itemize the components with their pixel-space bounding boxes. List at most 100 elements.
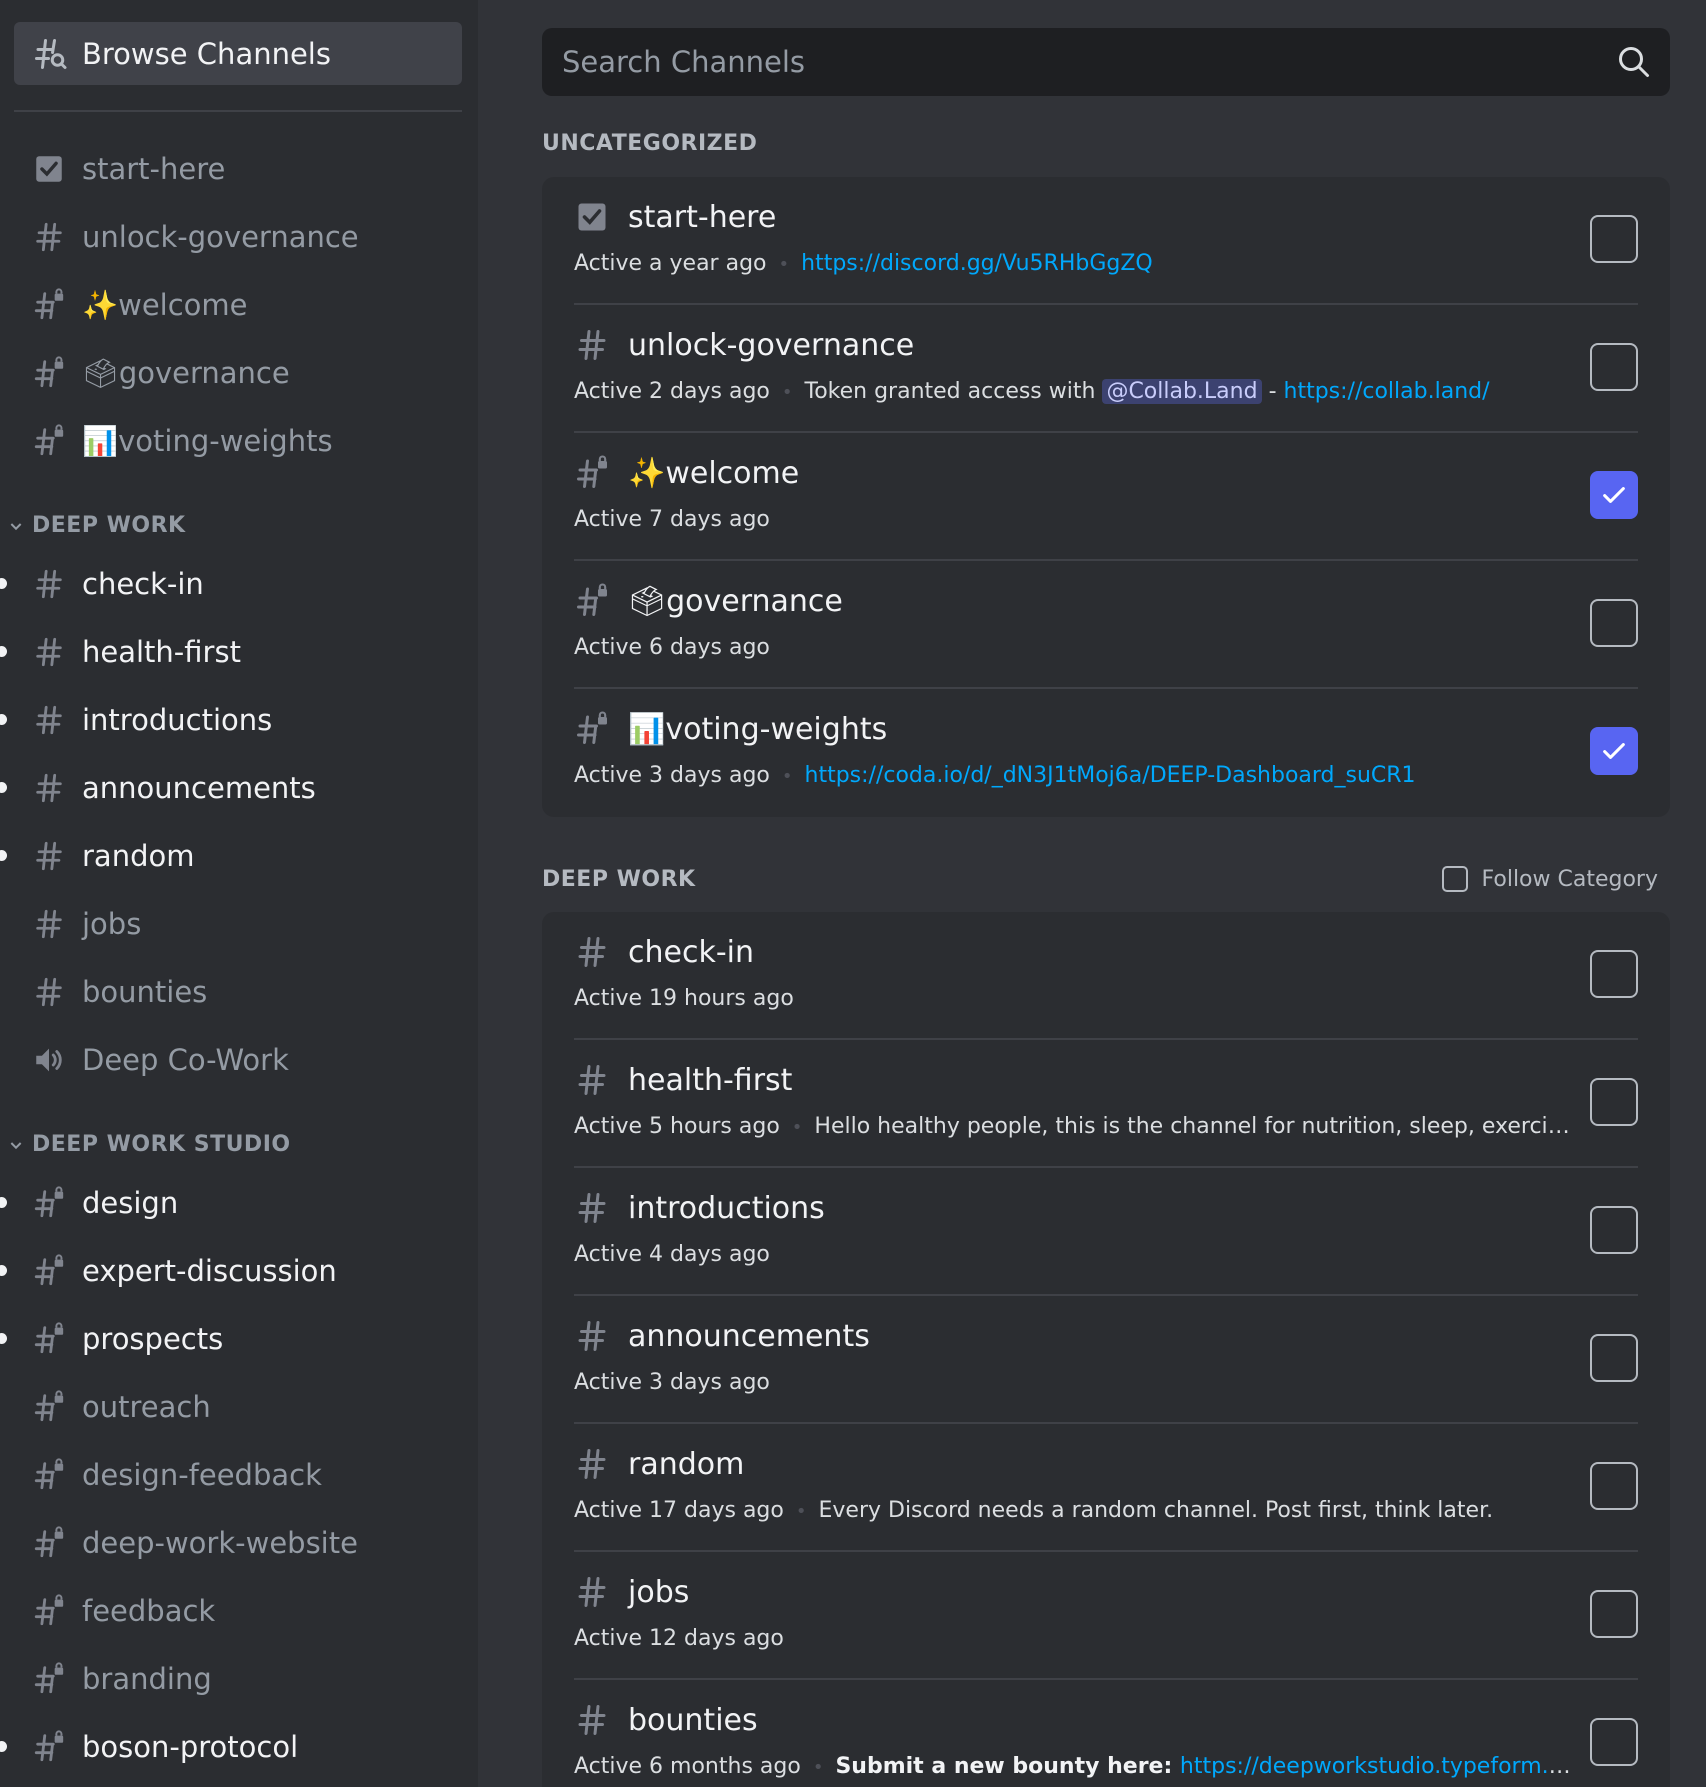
deep-work-channel-group: check-in Active 19 hours ago health-first A… [542,912,1670,1787]
hash-icon [578,1449,606,1479]
hash-icon [578,1705,606,1735]
channel-row[interactable]: 🗳governance Active 6 days ago [574,561,1638,689]
follow-channel-checkbox[interactable] [1590,1462,1638,1510]
channel-row[interactable]: jobs Active 12 days ago [574,1552,1638,1680]
follow-channel-checkbox[interactable] [1590,1078,1638,1126]
hash-icon [36,569,62,599]
unread-indicator [0,1741,7,1752]
channel-meta: Active 2 days ago • Token granted access w… [574,379,1574,404]
unread-indicator [0,1197,7,1208]
sidebar-channel-label: design [82,1186,179,1220]
hash-icon [578,937,606,967]
channel-row[interactable]: bounties Active 6 months ago • Submit a new… [574,1680,1638,1787]
sidebar-channel-item[interactable]: outreach [0,1373,478,1441]
sidebar-channel-label: ✨welcome [82,287,248,322]
meta-separator: • [812,1757,824,1778]
follow-channel-checkbox[interactable] [1590,599,1638,647]
sidebar-channel-item[interactable]: expert-discussion [0,1237,478,1305]
sidebar-channel-item[interactable]: jobs [0,890,478,958]
meta-separator: • [781,382,793,403]
rules-icon [578,203,606,231]
chevron-down-icon [10,523,22,531]
hash-lock-icon [34,356,64,388]
channel-topic-link[interactable]: https://discord.gg/Vu5RHbGgZQ [801,251,1153,276]
unread-indicator [0,714,7,725]
sidebar-channel-item[interactable]: prospects [0,1305,478,1373]
sidebar-channel-label: unlock-governance [82,220,359,254]
follow-channel-checkbox[interactable] [1590,1718,1638,1766]
sidebar-channel-item[interactable]: Deep Co-Work [0,1026,478,1094]
sidebar-channel-label: jobs [82,907,142,941]
sidebar-channel-item[interactable]: design-feedback [0,1441,478,1509]
browse-channels-button[interactable]: Browse Channels [14,22,462,85]
sidebar-channel-item[interactable]: feedback [0,1577,478,1645]
channel-row[interactable]: announcements Active 3 days ago [574,1296,1638,1424]
channel-row[interactable]: health-first Active 5 hours ago • Hello hea… [574,1040,1638,1168]
channel-name: announcements [628,1318,870,1354]
sidebar-channel-item[interactable]: health-first [0,618,478,686]
hash-icon [36,977,62,1007]
follow-channel-checkbox[interactable] [1590,343,1638,391]
channel-row[interactable]: start-here Active a year ago • https://disc… [574,177,1638,305]
follow-channel-checkbox[interactable] [1590,1206,1638,1254]
sidebar-channel-label: start-here [82,152,226,186]
channel-sidebar: Browse Channels start-here unlock-governa… [0,0,478,1787]
sidebar-channel-item[interactable]: boson-protocol [0,1713,478,1781]
hash-lock-icon [577,583,607,616]
sidebar-channel-item[interactable]: deep-work-website [0,1509,478,1577]
follow-channel-checkbox[interactable] [1590,1334,1638,1382]
user-mention[interactable]: @Collab.Land [1102,379,1262,404]
follow-category-toggle[interactable]: Follow Category [1441,866,1658,892]
uncategorized-channel-group: start-here Active a year ago • https://disc… [542,177,1670,817]
follow-category-checkbox[interactable] [1441,866,1468,892]
channel-title: random [574,1446,744,1482]
sidebar-channel-item[interactable]: random [0,822,478,890]
channel-topic-bold: Submit a new bounty here: [835,1754,1180,1779]
unread-indicator [0,646,7,657]
channel-activity: Active 4 days ago [574,1242,770,1267]
channel-row[interactable]: introductions Active 4 days ago [574,1168,1638,1296]
channel-meta: Active 7 days ago [574,507,1574,532]
follow-channel-checkbox[interactable] [1590,727,1638,775]
sidebar-channel-item[interactable]: branding [0,1645,478,1713]
sidebar-category-header[interactable]: DEEP WORK [0,493,478,538]
channel-topic-link[interactable]: https://deepworkstudio.typeform.com/to/.… [1180,1754,1574,1779]
sidebar-channel-item[interactable]: announcements [0,754,478,822]
channel-topic: Token granted access with [804,379,1103,404]
sidebar-channel-item[interactable]: ✨welcome [0,271,478,339]
channel-row[interactable]: ✨welcome Active 7 days ago [574,433,1638,561]
channel-activity: Active 6 days ago [574,635,770,660]
channel-row[interactable]: 📊voting-weights Active 3 days ago • https:/… [574,689,1638,817]
channel-meta: Active 6 months ago • Submit a new bounty … [574,1754,1574,1779]
sidebar-category-label: DEEP WORK STUDIO [32,1132,291,1157]
channel-topic-link[interactable]: https://collab.land/ [1284,379,1490,404]
sidebar-channel-item[interactable]: check-in [0,550,478,618]
sidebar-channel-item[interactable]: unlock-governance [0,203,478,271]
follow-channel-checkbox[interactable] [1590,471,1638,519]
search-input[interactable] [562,45,1562,79]
channel-row[interactable]: check-in Active 19 hours ago [574,912,1638,1040]
follow-channel-checkbox[interactable] [1590,215,1638,263]
sidebar-channel-label: feedback [82,1594,216,1628]
channel-meta: Active 3 days ago [574,1370,1574,1395]
sidebar-channel-item[interactable]: 🗳governance [0,339,478,407]
sidebar-channel-item[interactable]: introductions [0,686,478,754]
sidebar-channel-item[interactable]: start-here [0,135,478,203]
channel-activity: Active a year ago [574,251,767,276]
sidebar-channel-item[interactable]: 📊voting-weights [0,407,478,475]
search-icon[interactable] [1616,44,1652,80]
sidebar-category-header[interactable]: DEEP WORK STUDIO [0,1112,478,1157]
channel-row[interactable]: random Active 17 days ago • Every Discord n… [574,1424,1638,1552]
hash-lock-icon [34,1662,64,1694]
sidebar-channel-item[interactable]: design [0,1169,478,1237]
channel-topic: Hello healthy people, this is the channe… [814,1114,1574,1139]
channel-topic: Every Discord needs a random channel. Po… [818,1498,1494,1523]
hash-icon [36,637,62,667]
hash-icon [578,1065,606,1095]
follow-channel-checkbox[interactable] [1590,1590,1638,1638]
follow-channel-checkbox[interactable] [1590,950,1638,998]
channel-row[interactable]: unlock-governance Active 2 days ago • Token… [574,305,1638,433]
uncategorized-heading: UNCATEGORIZED [542,131,758,156]
sidebar-channel-item[interactable]: bounties [0,958,478,1026]
channel-topic-link[interactable]: https://coda.io/d/_dN3J1tMoj6a/DEEP-Dash… [805,763,1416,788]
